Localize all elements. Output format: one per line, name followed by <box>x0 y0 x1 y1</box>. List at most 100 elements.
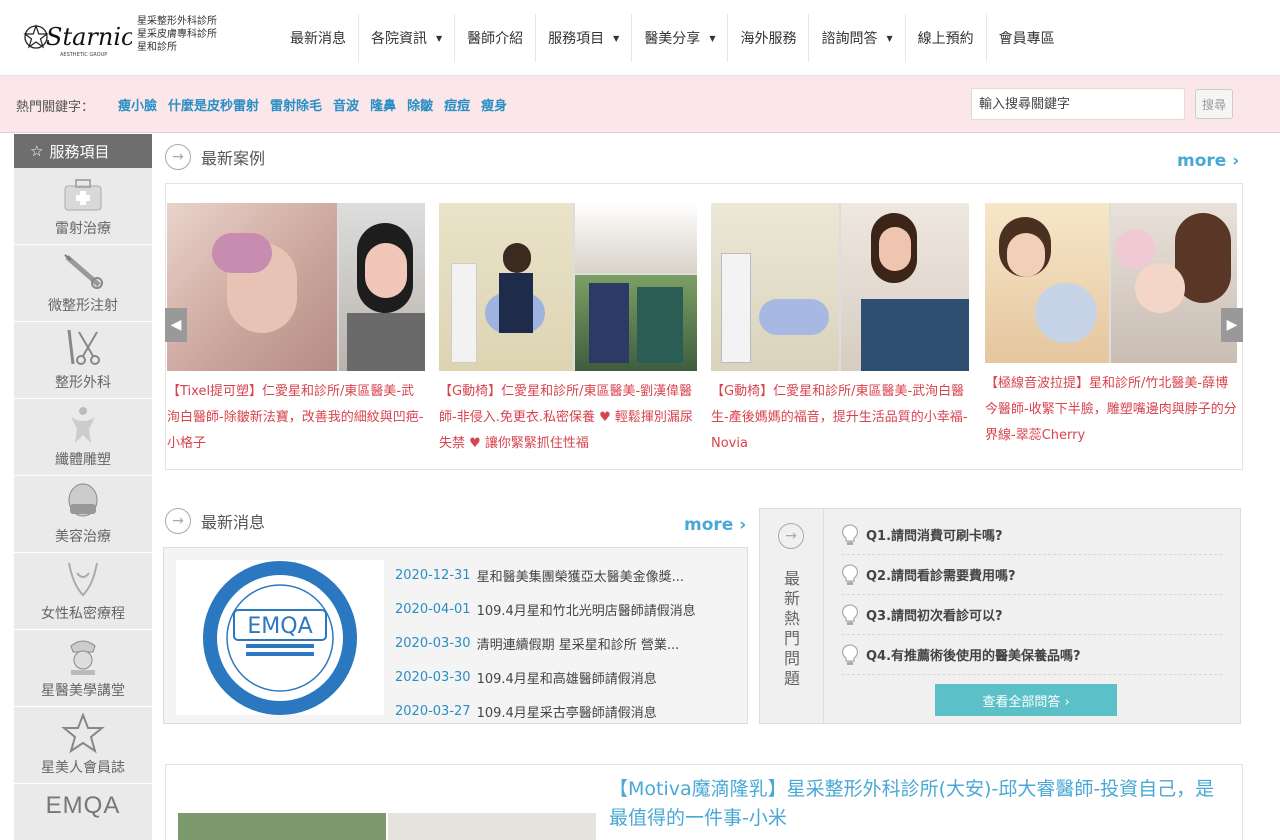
nav-item-booking[interactable]: 線上預約 <box>906 14 987 62</box>
case-card[interactable]: 【Tixel提可塑】仁愛星和診所/東區醫美-武洵白醫師-除皺新法寶，改善我的細紋… <box>167 203 425 459</box>
faq-item[interactable]: Q4.有推薦術後使用的醫美保養品嗎? <box>842 635 1222 675</box>
news-headline[interactable]: 清明連續假期 星采星和診所 營業... <box>477 634 680 653</box>
news-headline[interactable]: 109.4月星和竹北光明店醫師請假消息 <box>477 600 696 619</box>
mask-icon <box>68 483 98 517</box>
hot-keyword-link[interactable]: 痘痘 <box>444 95 470 114</box>
syringe-icon <box>64 254 103 289</box>
hot-keyword-link[interactable]: 隆鼻 <box>370 95 396 114</box>
case-title[interactable]: 【Tixel提可塑】仁愛星和診所/東區醫美-武洵白醫師-除皺新法寶，改善我的細紋… <box>167 379 425 459</box>
clinic-name: 星采整形外科診所 <box>137 16 217 27</box>
sidebar-header: ☆ 服務項目 <box>14 134 152 168</box>
faq-side: → 最新熱門問題 <box>760 509 824 723</box>
sidebar-item-laser[interactable]: 雷射治療 <box>14 168 152 245</box>
nav-item-overseas[interactable]: 海外服務 <box>728 14 810 62</box>
lightbulb-icon <box>842 643 858 665</box>
faq-side-title: 最新熱門問題 <box>783 569 800 688</box>
scissors-icon <box>67 329 100 365</box>
news-headline[interactable]: 109.4月星和高雄醫師請假消息 <box>477 668 657 687</box>
sidebar-item-body[interactable]: 纖體雕塑 <box>14 399 152 476</box>
sidebar-item-label: 整形外科 <box>55 375 111 391</box>
news-row[interactable]: 2020-03-30 109.4月星和高雄醫師請假消息 <box>395 660 696 694</box>
lightbulb-icon <box>842 523 858 545</box>
nav-item-services[interactable]: 服務項目 ▼ <box>536 14 633 62</box>
case-photo[interactable] <box>167 203 425 371</box>
view-all-faq-button[interactable]: 查看全部問答 › <box>935 684 1117 716</box>
news-date: 2020-03-30 <box>395 635 471 651</box>
clinic-name: 星采皮膚專科診所 <box>137 29 217 40</box>
feminine-icon <box>68 562 98 597</box>
emqa-badge-text: EMQA <box>247 614 312 639</box>
nav-item-members[interactable]: 會員專區 <box>987 14 1067 62</box>
case-photo[interactable] <box>439 203 697 371</box>
faq-item[interactable]: Q1.請問消費可刷卡嗎? <box>842 515 1222 555</box>
sidebar-item-injection[interactable]: 微整形注射 <box>14 245 152 322</box>
sidebar-item-label: 女性私密療程 <box>41 606 125 622</box>
case-card[interactable]: 【極線音波拉提】星和診所/竹北醫美-薛博今醫師-收緊下半臉，雕塑嘴邊肉與脖子的分… <box>985 203 1237 451</box>
news-headline[interactable]: 星和醫美集團榮獲亞太醫美金像獎... <box>477 566 684 585</box>
search-input[interactable] <box>971 88 1185 120</box>
hot-keyword-link[interactable]: 雷射除毛 <box>270 95 322 114</box>
faq-list: Q1.請問消費可刷卡嗎? Q2.請問看診需要費用嗎? Q3.請問初次看診可以? … <box>842 515 1222 675</box>
case-photo[interactable] <box>985 203 1237 363</box>
case-title[interactable]: 【G動椅】仁愛星和診所/東區醫美-武洵白醫生-產後媽媽的福音，提升生活品質的小幸… <box>711 379 969 459</box>
services-sidebar: ☆ 服務項目 雷射治療 微整形注射 整形外科 纖體雕塑 美容治療 女性私密療程 <box>14 134 152 840</box>
sidebar-item-emqa[interactable]: EMQA <box>14 784 152 840</box>
news-row[interactable]: 2020-12-31 星和醫美集團榮獲亞太醫美金像獎... <box>395 558 696 592</box>
hot-keyword-link[interactable]: 什麼是皮秒雷射 <box>168 95 259 114</box>
news-row[interactable]: 2020-03-27 109.4月星采古亭醫師請假消息 <box>395 694 696 728</box>
news-headline[interactable]: 109.4月星采古亭醫師請假消息 <box>477 702 657 721</box>
hot-keyword-link[interactable]: 除皺 <box>407 95 433 114</box>
hot-keyword-link[interactable]: 瘦小臉 <box>118 95 157 114</box>
faq-item[interactable]: Q3.請問初次看診可以? <box>842 595 1222 635</box>
nav-item-doctors[interactable]: 醫師介紹 <box>455 14 537 62</box>
sidebar-item-members[interactable]: 星美人會員誌 <box>14 707 152 784</box>
faq-question: Q2.請問看診需要費用嗎? <box>866 569 1016 584</box>
sidebar-item-lecture[interactable]: 星醫美學講堂 <box>14 630 152 707</box>
site-header: Starnic AESTHETIC GROUP 星采整形外科診所 星采皮膚專科診… <box>0 0 1280 76</box>
news-date: 2020-03-27 <box>395 703 471 719</box>
nav-label: 醫師介紹 <box>467 31 524 47</box>
article-photo[interactable] <box>178 813 386 840</box>
article-title[interactable]: 【Motiva魔滴隆乳】星采整形外科診所(大安)-邱大睿醫師-投資自己，是最值得… <box>609 775 1229 833</box>
chevron-left-icon: ◀ <box>170 317 182 333</box>
carousel-next-button[interactable]: ▶ <box>1221 308 1243 342</box>
news-title: 最新消息 <box>201 513 266 532</box>
nav-item-branches[interactable]: 各院資訊 ▼ <box>359 14 456 62</box>
case-title[interactable]: 【極線音波拉提】星和診所/竹北醫美-薛博今醫師-收緊下半臉，雕塑嘴邊肉與脖子的分… <box>985 371 1237 451</box>
starnic-logo[interactable]: Starnic AESTHETIC GROUP <box>22 14 132 60</box>
news-date: 2020-12-31 <box>395 567 471 583</box>
hot-keyword-link[interactable]: 音波 <box>333 95 359 114</box>
chevron-right-icon: ▶ <box>1226 317 1238 333</box>
nav-item-faq[interactable]: 諮詢問答 ▼ <box>809 14 906 62</box>
caret-down-icon: ▼ <box>886 33 893 43</box>
star-icon <box>61 713 105 753</box>
carousel-prev-button[interactable]: ◀ <box>165 308 187 342</box>
logo-tagline: AESTHETIC GROUP <box>60 52 107 58</box>
caret-down-icon: ▼ <box>613 33 620 43</box>
nav-label: 醫美分享 <box>644 31 701 47</box>
sidebar-item-beauty[interactable]: 美容治療 <box>14 476 152 553</box>
circle-arrow-icon: → <box>165 144 191 170</box>
case-card[interactable]: 【G動椅】仁愛星和診所/東區醫美-劉漢偉醫師-非侵入.免更衣.私密保養 ♥ 輕鬆… <box>439 203 697 459</box>
emqa-badge: EMQA <box>176 560 384 715</box>
sidebar-title: 服務項目 <box>49 142 110 161</box>
article-photo[interactable] <box>388 813 596 840</box>
sidebar-item-surgery[interactable]: 整形外科 <box>14 322 152 399</box>
news-row[interactable]: 2020-03-30 清明連續假期 星采星和診所 營業... <box>395 626 696 660</box>
news-more-link[interactable]: more › <box>684 515 746 535</box>
cases-more-link[interactable]: more › <box>1177 151 1239 171</box>
main-nav: 最新消息 各院資訊 ▼ 醫師介紹 服務項目 ▼ 醫美分享 ▼ 海外服務 諮詢問答 ▼ 線… <box>278 14 1067 62</box>
nav-item-sharing[interactable]: 醫美分享 ▼ <box>632 14 729 62</box>
sidebar-item-feminine[interactable]: 女性私密療程 <box>14 553 152 630</box>
nav-item-news[interactable]: 最新消息 <box>278 14 359 62</box>
news-row[interactable]: 2020-04-01 109.4月星和竹北光明店醫師請假消息 <box>395 592 696 626</box>
circle-arrow-icon: → <box>778 523 804 549</box>
case-title[interactable]: 【G動椅】仁愛星和診所/東區醫美-劉漢偉醫師-非侵入.免更衣.私密保養 ♥ 輕鬆… <box>439 379 697 459</box>
faq-item[interactable]: Q2.請問看診需要費用嗎? <box>842 555 1222 595</box>
case-card[interactable]: 【G動椅】仁愛星和診所/東區醫美-武洵白醫生-產後媽媽的福音，提升生活品質的小幸… <box>711 203 969 459</box>
search-button[interactable]: 搜尋 <box>1195 89 1233 119</box>
news-date: 2020-04-01 <box>395 601 471 617</box>
case-photo[interactable] <box>711 203 969 371</box>
cases-carousel: 【Tixel提可塑】仁愛星和診所/東區醫美-武洵白醫師-除皺新法寶，改善我的細紋… <box>165 183 1243 470</box>
hot-keyword-link[interactable]: 瘦身 <box>481 95 507 114</box>
